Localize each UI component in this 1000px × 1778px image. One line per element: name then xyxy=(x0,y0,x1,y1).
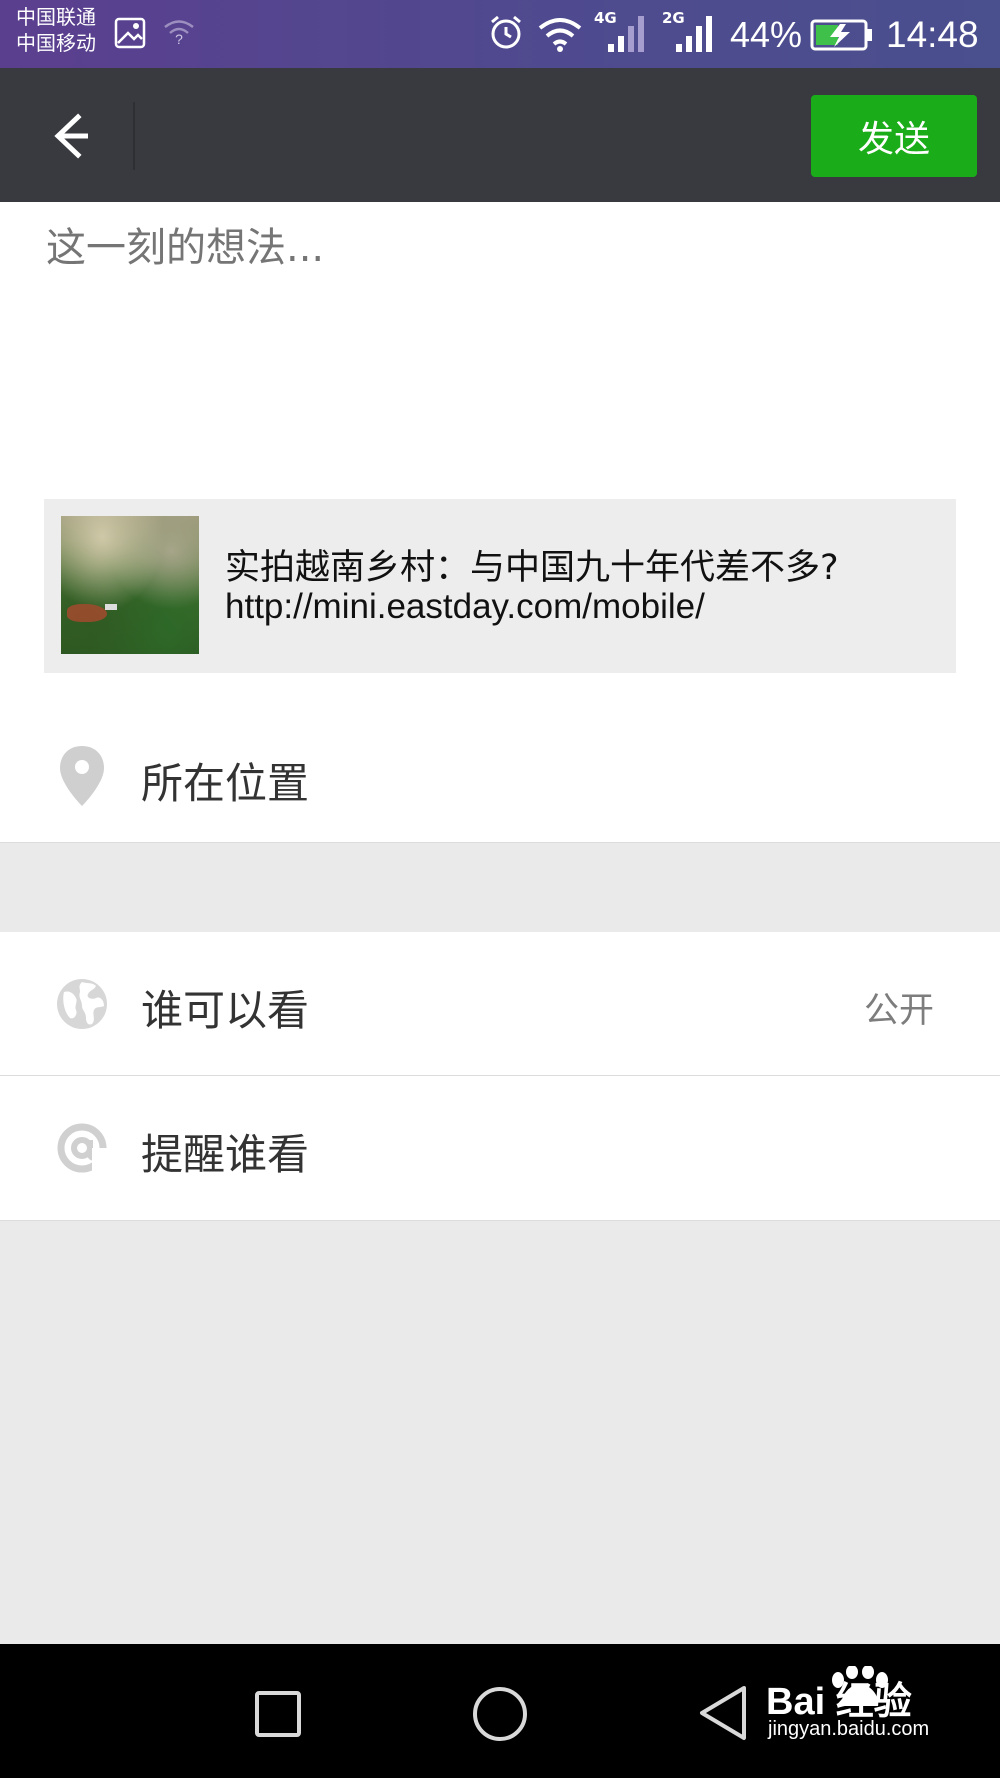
carrier-2: 中国移动 xyxy=(16,31,96,55)
clock: 14:48 xyxy=(886,14,979,55)
recent-apps-icon[interactable] xyxy=(254,1690,302,1738)
carrier-info: 中国联通 中国移动 xyxy=(16,4,96,56)
location-label: 所在位置 xyxy=(141,759,310,808)
link-title: 实拍越南乡村：与中国九十年代差不多? xyxy=(225,548,839,588)
status-bar: 中国联通 中国移动 ? 4G 2G 44% 14:48 xyxy=(0,0,1000,68)
link-url: http://mini.eastday.com/mobile/ xyxy=(225,587,705,626)
battery-charging-icon xyxy=(810,19,872,51)
visibility-row[interactable]: 谁可以看 公开 xyxy=(0,932,1000,1075)
location-pin-icon xyxy=(60,746,104,806)
location-row[interactable]: 所在位置 xyxy=(0,640,1000,842)
signal-icon xyxy=(676,16,712,52)
compose-area: 实拍越南乡村：与中国九十年代差不多? http://mini.eastday.c… xyxy=(0,202,1000,842)
system-nav-bar: Bai 经验 jingyan.baidu.com xyxy=(0,1644,1000,1778)
divider xyxy=(0,1220,1000,1221)
home-icon[interactable] xyxy=(472,1686,528,1742)
send-button[interactable]: 发送 xyxy=(811,95,977,177)
svg-text:?: ? xyxy=(175,31,183,46)
nav-divider xyxy=(133,102,135,170)
divider xyxy=(0,842,1000,843)
battery-percentage: 44% xyxy=(730,14,803,55)
arrow-left-icon[interactable] xyxy=(36,104,100,168)
at-icon xyxy=(57,1123,108,1174)
post-options-list: 谁可以看 公开 提醒谁看 xyxy=(0,932,1000,1220)
thought-input[interactable] xyxy=(44,224,948,272)
back-triangle-icon[interactable] xyxy=(698,1684,748,1742)
wifi-icon xyxy=(538,18,582,52)
gallery-icon xyxy=(114,17,146,49)
link-thumbnail xyxy=(61,516,199,654)
carrier-1: 中国联通 xyxy=(16,5,96,29)
globe-icon xyxy=(57,979,107,1029)
mention-label: 提醒谁看 xyxy=(141,1130,310,1179)
signal-icon xyxy=(608,16,644,52)
alarm-icon xyxy=(491,15,521,49)
watermark-brand: Bai 经验 xyxy=(766,1681,912,1723)
visibility-value: 公开 xyxy=(863,991,934,1031)
mention-row[interactable]: 提醒谁看 xyxy=(0,1076,1000,1219)
watermark-url: jingyan.baidu.com xyxy=(768,1718,930,1740)
wifi-question-icon: ? xyxy=(164,20,194,46)
top-nav-bar: 发送 xyxy=(0,68,1000,202)
visibility-label: 谁可以看 xyxy=(141,986,310,1035)
